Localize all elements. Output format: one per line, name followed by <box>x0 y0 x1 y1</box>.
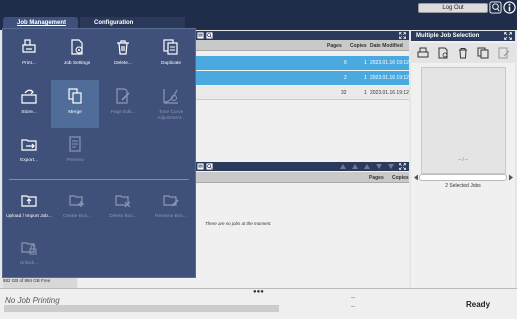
expand-icon[interactable] <box>399 32 406 39</box>
view-icon[interactable] <box>197 163 204 170</box>
duplicate-button[interactable]: Duplicate <box>147 31 195 79</box>
job-settings-label: Job Settings <box>63 61 91 66</box>
tab-job-management-label: Job Management <box>17 20 67 26</box>
upload-import-icon <box>21 195 37 207</box>
preview-icon <box>69 136 81 152</box>
selected-jobs-count: 2 Selected Jobs <box>445 183 481 189</box>
create-box-button[interactable]: Create Box... <box>53 184 101 232</box>
cell-copies: 1 <box>364 60 367 66</box>
merge-label: Merge <box>68 110 82 115</box>
delete-box-label: Delete Box... <box>109 214 137 219</box>
page-edit-button[interactable]: Page Edit... <box>99 80 147 128</box>
multiple-job-selection-panel: Multiple Job Selection -- / -- 2 Selecte… <box>411 31 515 288</box>
trash-icon <box>117 40 129 55</box>
cell-date: 2023.01.16 19:12 <box>370 60 409 66</box>
store-button[interactable]: Store... <box>5 80 53 128</box>
logout-button[interactable]: Log Out <box>418 3 488 13</box>
export-button[interactable]: Export... <box>5 128 53 176</box>
expand-icon[interactable] <box>504 32 512 40</box>
status-counter: -- -- <box>351 295 355 310</box>
empty-jobs-message: There are no jobs at the moment. <box>205 221 272 226</box>
merge-icon <box>68 88 82 104</box>
job-settings-button[interactable]: Job Settings <box>53 31 101 79</box>
multiple-selection-toolbar <box>411 43 515 63</box>
duplicate-icon <box>163 39 178 55</box>
print-button[interactable]: Print... <box>5 31 53 79</box>
printer-ready-status: Ready <box>466 300 491 309</box>
preview-label: Preview <box>66 158 84 163</box>
preview-slider[interactable] <box>419 174 507 181</box>
upload-import-label: Upload / Import Job... <box>6 214 52 219</box>
rename-box-label: Rename Box... <box>155 214 187 219</box>
create-box-icon <box>69 195 84 207</box>
cell-pages: 2 <box>344 75 347 81</box>
duplicate-icon[interactable] <box>477 47 489 59</box>
cell-pages: 6 <box>344 60 347 66</box>
export-label: Export... <box>20 158 38 163</box>
column-copies[interactable]: Copies <box>392 175 409 181</box>
view-icon[interactable] <box>197 32 204 39</box>
column-pages[interactable]: Pages <box>369 175 384 181</box>
job-settings-icon[interactable] <box>437 47 449 59</box>
help-search-icon[interactable] <box>489 1 502 14</box>
duplicate-label: Duplicate <box>161 61 181 66</box>
export-icon <box>21 139 37 151</box>
create-box-label: Create Box... <box>63 214 91 219</box>
edit-icon <box>498 47 510 59</box>
print-label: Print... <box>22 61 36 66</box>
print-icon <box>22 39 36 53</box>
store-label: Store... <box>21 110 37 115</box>
store-icon <box>21 89 37 104</box>
top-bar: Log Out Job Management Configuration <box>0 0 517 30</box>
cell-date: 2023.01.16 19:12 <box>370 75 409 81</box>
queue-order-icons[interactable] <box>338 163 398 170</box>
cell-copies: 1 <box>364 75 367 81</box>
rename-box-button[interactable]: Rename Box... <box>147 184 195 232</box>
print-progress-bar <box>4 305 279 312</box>
column-pages[interactable]: Pages <box>327 43 342 49</box>
preview-button[interactable]: Preview <box>51 128 99 176</box>
rename-box-icon <box>163 195 179 207</box>
unlock-label: Unlock... <box>19 261 39 266</box>
page-edit-label: Page Edit... <box>110 110 136 115</box>
info-icon[interactable] <box>503 1 516 14</box>
delete-box-icon <box>115 195 131 208</box>
cell-pages: 32 <box>341 90 347 96</box>
job-settings-icon <box>71 39 83 55</box>
next-icon[interactable] <box>508 174 514 181</box>
delete-label: Delete... <box>114 61 132 66</box>
tone-curve-button[interactable]: Tone Curve Adjustment... <box>147 80 195 128</box>
delete-box-button[interactable]: Delete Box... <box>99 184 147 232</box>
page-edit-icon <box>116 88 130 104</box>
merge-button[interactable]: Merge <box>51 80 99 128</box>
multiple-selection-title: Multiple Job Selection <box>411 31 515 41</box>
cell-copies: 1 <box>364 90 367 96</box>
column-date-modified[interactable]: Date Modified <box>370 43 403 49</box>
cell-date: 2023.01.16 19:12 <box>370 90 409 96</box>
drag-handle-icon[interactable]: ●●● <box>253 289 264 295</box>
expand-icon[interactable] <box>399 163 406 170</box>
unlock-button[interactable]: Unlock... <box>5 231 53 279</box>
tone-curve-icon <box>163 89 178 104</box>
job-management-menu: Print... Job Settings Delete... Duplicat… <box>2 28 196 278</box>
status-bar: ●●● No Job Printing -- -- Ready <box>0 288 517 319</box>
print-icon[interactable] <box>417 47 429 59</box>
upload-import-job-button[interactable]: Upload / Import Job... <box>5 184 53 232</box>
unlock-icon <box>21 242 37 255</box>
column-copies[interactable]: Copies <box>350 43 367 49</box>
menu-divider <box>9 179 189 180</box>
search-icon[interactable] <box>206 163 213 170</box>
search-icon[interactable] <box>206 32 213 39</box>
tone-curve-label: Tone Curve Adjustment... <box>157 110 185 121</box>
page-indicator: -- / -- <box>458 157 468 162</box>
delete-button[interactable]: Delete... <box>99 31 147 79</box>
trash-icon[interactable] <box>457 47 469 59</box>
print-status-text: No Job Printing <box>5 296 60 305</box>
